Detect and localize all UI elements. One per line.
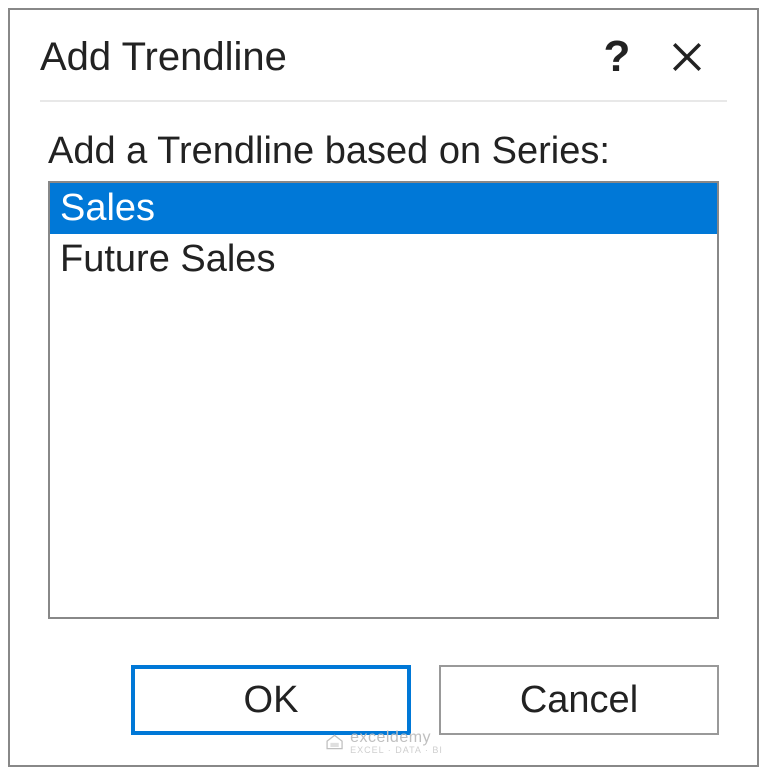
list-item[interactable]: Sales <box>50 183 717 234</box>
prompt-label: Add a Trendline based on Series: <box>48 130 719 173</box>
close-icon[interactable] <box>647 40 727 74</box>
add-trendline-dialog: Add Trendline ? Add a Trendline based on… <box>8 8 759 767</box>
series-listbox[interactable]: Sales Future Sales <box>48 181 719 619</box>
dialog-title: Add Trendline <box>40 35 587 80</box>
ok-button[interactable]: OK <box>131 665 411 735</box>
button-row: OK Cancel <box>10 639 757 765</box>
titlebar: Add Trendline ? <box>10 10 757 100</box>
help-icon[interactable]: ? <box>587 32 647 82</box>
list-item[interactable]: Future Sales <box>50 234 717 285</box>
dialog-content: Add a Trendline based on Series: Sales F… <box>10 102 757 639</box>
cancel-button[interactable]: Cancel <box>439 665 719 735</box>
x-icon <box>670 40 704 74</box>
